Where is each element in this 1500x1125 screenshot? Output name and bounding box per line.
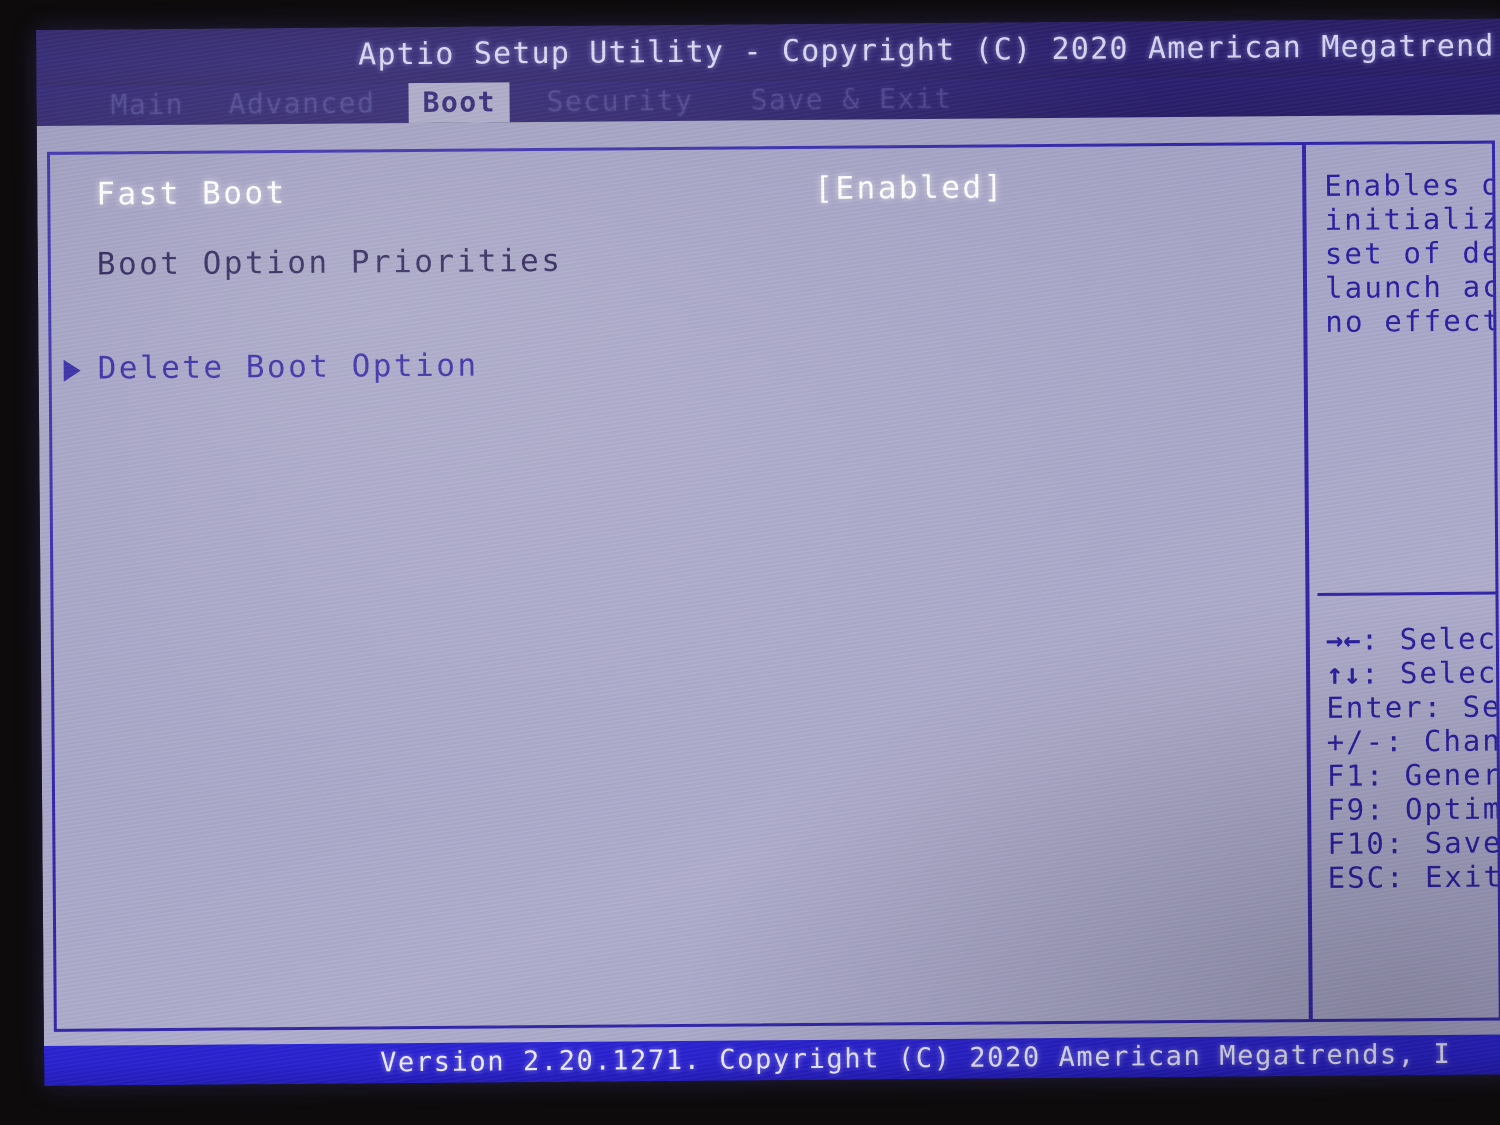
setting-row-boot-option-priorities: Boot Option Priorities — [51, 229, 1303, 291]
key-hint-f9: F9: Optimi — [1327, 791, 1499, 827]
setting-label-delete-boot-option[interactable]: Delete Boot Option — [97, 340, 479, 395]
setting-row-delete-boot-option[interactable]: Delete Boot Option — [51, 333, 1303, 395]
help-line: Enables o — [1324, 167, 1499, 203]
setting-row-fast-boot[interactable]: Fast Boot [Enabled] — [50, 159, 1302, 221]
key-hint-f1: F1: Genera — [1326, 757, 1499, 793]
content-panel: Fast Boot [Enabled] Boot Option Prioriti… — [46, 140, 1500, 1032]
setting-value-fast-boot[interactable]: [Enabled] — [814, 161, 1005, 214]
tab-boot[interactable]: Boot — [408, 82, 511, 124]
key-hint-select-screen: →←: Select — [1326, 621, 1499, 656]
left-right-arrow-icon: →← — [1325, 622, 1361, 657]
help-line: initializ — [1324, 201, 1499, 237]
help-line: set of de — [1324, 235, 1499, 271]
key-hint-plus-minus: +/-: Chang — [1326, 723, 1499, 759]
key-hint-f10: F10: Save — [1327, 825, 1499, 861]
key-hint-enter: Enter: Sel — [1326, 689, 1499, 725]
help-line: no effect — [1325, 303, 1499, 339]
bios-screen: Aptio Setup Utility - Copyright (C) 2020… — [36, 18, 1500, 1086]
key-hint-text: : Select — [1360, 655, 1499, 691]
setting-label-fast-boot: Fast Boot — [96, 175, 287, 213]
submenu-arrow-icon — [63, 359, 81, 382]
bios-photo: Aptio Setup Utility - Copyright (C) 2020… — [0, 0, 1500, 1125]
help-line: launch ac — [1324, 269, 1499, 305]
tab-save-exit[interactable]: Save & Exit — [736, 79, 966, 121]
version-text: Version 2.20.1271. Copyright (C) 2020 Am… — [380, 1038, 1452, 1079]
setting-label-boot-option-priorities: Boot Option Priorities — [96, 242, 563, 283]
help-separator — [1317, 591, 1499, 596]
key-hint-esc: ESC: Exit — [1327, 859, 1499, 895]
key-hint-text: : Select — [1360, 621, 1499, 657]
tab-main[interactable]: Main — [96, 85, 198, 126]
key-hint-select-item: ↑↓: Select — [1326, 655, 1499, 690]
titlebar-text: Aptio Setup Utility - Copyright (C) 2020… — [358, 28, 1495, 73]
up-down-arrow-icon: ↑↓ — [1325, 656, 1362, 691]
tab-advanced[interactable]: Advanced — [214, 83, 389, 124]
settings-list: Fast Boot [Enabled] Boot Option Prioriti… — [50, 145, 1309, 1029]
tab-security[interactable]: Security — [532, 81, 707, 122]
help-panel: Enables o initializ set of de launch ac … — [1306, 144, 1499, 1019]
